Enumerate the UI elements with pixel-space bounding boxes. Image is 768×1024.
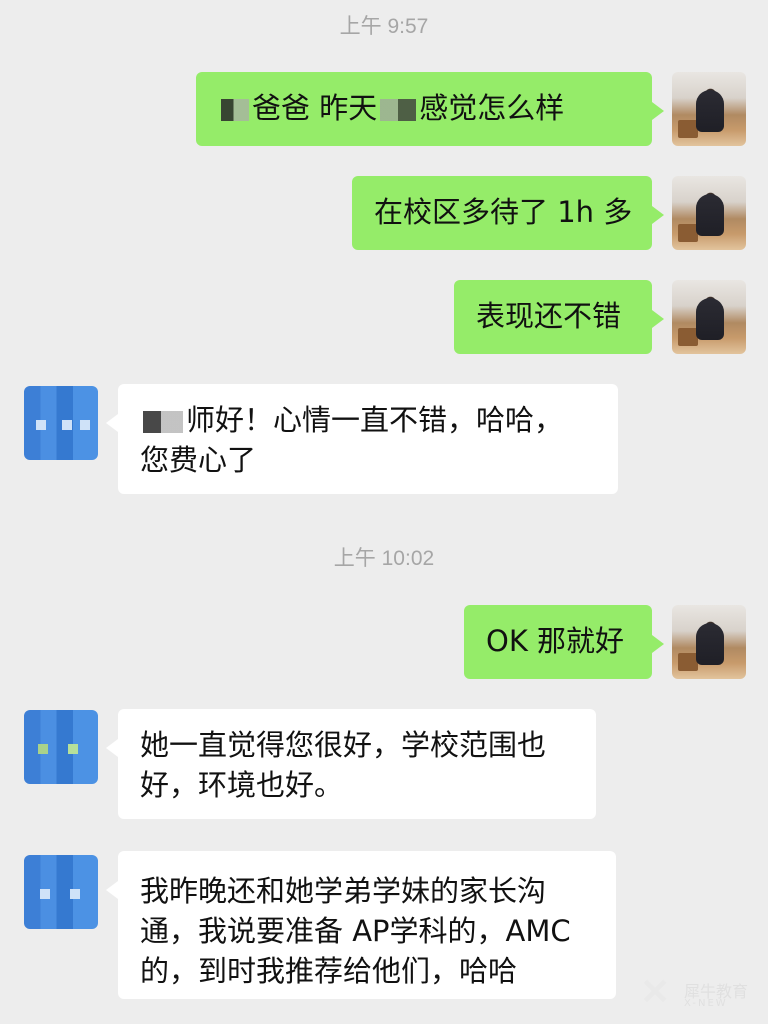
- message-text: 爸爸 昨天: [252, 91, 378, 125]
- message-text: 在校区多待了 1h 多: [374, 195, 633, 229]
- redaction-mosaic: [143, 411, 183, 433]
- message-text: 感觉怎么样: [419, 91, 565, 125]
- self-avatar[interactable]: [672, 605, 746, 679]
- message-text: 通，我说要准备 AP学科的，AMC: [140, 914, 571, 948]
- message-bubble-sent[interactable]: 在校区多待了 1h 多: [352, 176, 664, 250]
- message-text: 好，环境也好。: [140, 768, 344, 802]
- message-bubble-sent[interactable]: 爸爸 昨天 感觉怎么样: [196, 72, 664, 146]
- message-bubble-sent[interactable]: 表现还不错: [454, 280, 664, 354]
- timestamp: 上午 9:57: [339, 15, 429, 38]
- message-bubble-sent[interactable]: OK 那就好: [464, 605, 664, 679]
- message-text: 您费心了: [140, 443, 257, 477]
- message-bubble-received[interactable]: 我昨晚还和她学弟学妹的家长沟 通，我说要准备 AP学科的，AMC 的，到时我推荐…: [106, 851, 616, 999]
- redaction-mosaic: [221, 99, 249, 121]
- watermark-subtext: X-NEW: [684, 998, 728, 1009]
- message-text: OK 那就好: [486, 624, 625, 658]
- contact-avatar[interactable]: [24, 710, 98, 784]
- message-bubble-received[interactable]: 她一直觉得您很好，学校范围也 好，环境也好。: [106, 709, 596, 819]
- watermark-logo: ✕ 犀牛教育 X-NEW: [640, 972, 760, 1016]
- contact-avatar[interactable]: [24, 386, 98, 460]
- self-avatar[interactable]: [672, 176, 746, 250]
- self-avatar[interactable]: [672, 280, 746, 354]
- message-bubble-received[interactable]: 师好！心情一直不错，哈哈， 您费心了: [106, 384, 618, 494]
- x-logo-icon: ✕: [640, 971, 671, 1012]
- message-text: 表现还不错: [476, 299, 622, 333]
- message-text: 她一直觉得您很好，学校范围也: [140, 728, 547, 762]
- message-text: 我昨晚还和她学弟学妹的家长沟: [140, 874, 547, 908]
- redaction-mosaic: [380, 99, 417, 121]
- contact-avatar[interactable]: [24, 855, 98, 929]
- self-avatar[interactable]: [672, 72, 746, 146]
- timestamp: 上午 10:02: [333, 547, 435, 570]
- message-text: 的，到时我推荐给他们，哈哈: [140, 954, 518, 988]
- message-text: 师好！心情一直不错，哈哈，: [186, 403, 564, 437]
